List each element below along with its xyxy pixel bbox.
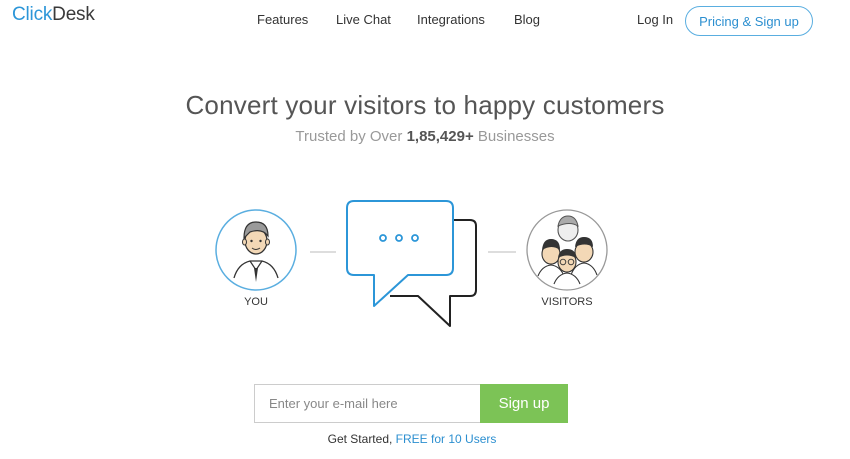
pricing-signup-button[interactable]: Pricing & Sign up [685, 6, 813, 36]
get-started-prefix: Get Started, [327, 432, 396, 446]
nav-features-link[interactable]: Features [257, 12, 308, 27]
email-input[interactable] [254, 384, 481, 423]
visitors-group-icon [526, 209, 608, 291]
get-started-caption: Get Started, FREE for 10 Users [0, 432, 824, 446]
visitors-label: VISITORS [541, 296, 593, 308]
hero-subtitle-prefix: Trusted by Over [295, 128, 407, 145]
nav-integrations-link[interactable]: Integrations [417, 12, 485, 27]
reply-bubble-icon [390, 219, 477, 327]
message-bubble-icon [346, 200, 454, 307]
you-label: YOU [244, 296, 268, 308]
free-users-link[interactable]: FREE for 10 Users [396, 432, 497, 446]
hero-subtitle-suffix: Businesses [473, 128, 555, 145]
you-avatar-icon [215, 209, 297, 291]
nav-blog-link[interactable]: Blog [514, 12, 540, 27]
nav-live-chat-link[interactable]: Live Chat [336, 12, 391, 27]
logo-part-desk: Desk [52, 4, 95, 25]
business-count: 1,85,429+ [406, 128, 474, 145]
signup-button[interactable]: Sign up [480, 384, 568, 423]
logo-part-click: Click [12, 4, 53, 25]
hero-title: Convert your visitors to happy customers [185, 90, 665, 120]
nav-login-link[interactable]: Log In [637, 12, 673, 27]
hero-subtitle: Trusted by Over 1,85,429+ Businesses [0, 128, 850, 145]
clickdesk-logo[interactable]: ClickDesk [12, 4, 95, 26]
